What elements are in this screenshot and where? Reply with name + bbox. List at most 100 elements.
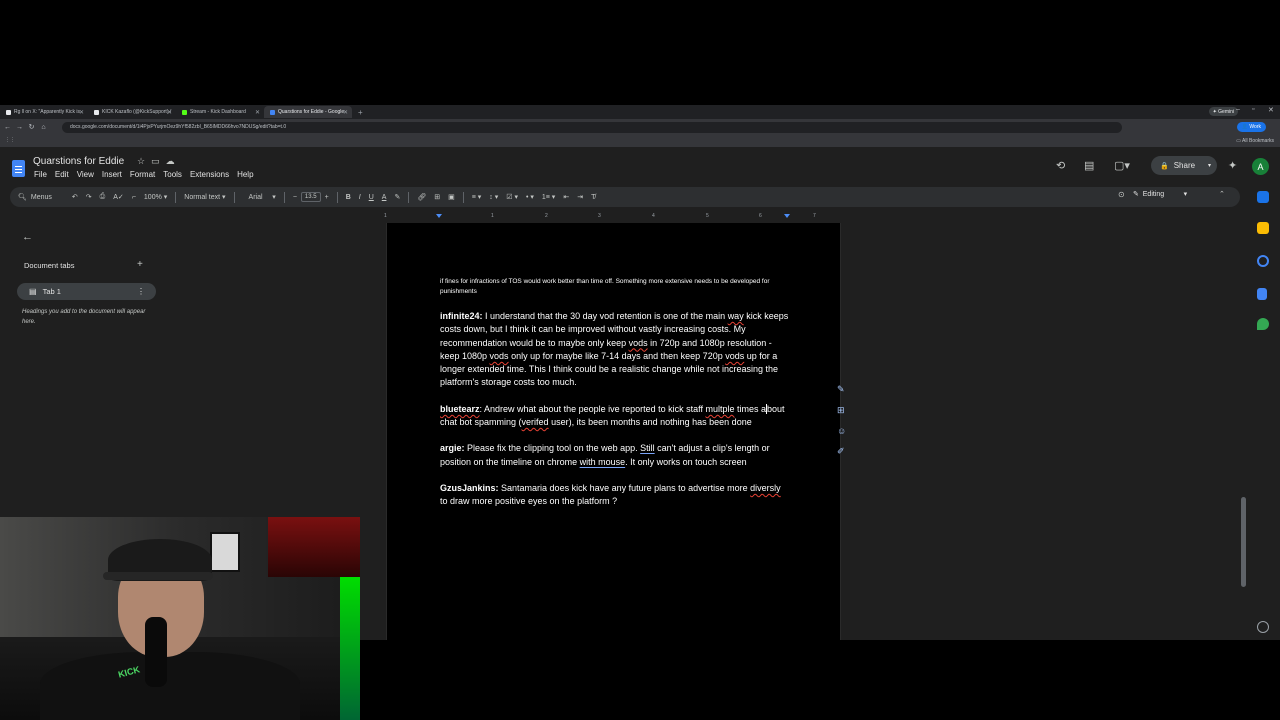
document-page[interactable]: if fines for infractions of TOS would wo… [386, 223, 841, 640]
horizontal-ruler[interactable]: 1 1 2 3 4 5 6 7 [384, 211, 840, 221]
menu-format[interactable]: Format [130, 170, 155, 179]
spell-flagged-word[interactable]: vods [725, 351, 744, 361]
move-folder-icon[interactable]: ▭ [151, 156, 166, 166]
zoom-select[interactable]: 100% ▾ [144, 193, 167, 201]
insert-image-icon[interactable]: ▣ [448, 193, 455, 201]
all-bookmarks-button[interactable]: ▭ All Bookmarks [1236, 138, 1274, 144]
close-window-icon[interactable]: ✕ [1268, 106, 1274, 114]
decrease-indent-icon[interactable]: ⇤ [563, 193, 569, 201]
menu-view[interactable]: View [77, 170, 94, 179]
url-input[interactable]: docs.google.com/document/d/1i4PjxPYurjmO… [62, 121, 1122, 133]
minimize-icon[interactable]: – [1236, 106, 1240, 113]
calendar-icon[interactable] [1257, 191, 1269, 203]
menu-help[interactable]: Help [237, 170, 253, 179]
docs-logo-icon[interactable] [12, 160, 25, 177]
more-options-icon[interactable]: ⋮ [137, 287, 145, 296]
spell-flagged-word[interactable]: verifed [522, 417, 549, 427]
spell-flagged-word[interactable]: way [728, 311, 744, 321]
home-icon[interactable]: ⌂ [39, 124, 48, 131]
bold-icon[interactable]: B [346, 194, 351, 201]
redo-icon[interactable]: ↷ [86, 193, 92, 201]
comments-icon[interactable]: ▤ [1084, 159, 1094, 172]
increase-font-icon[interactable]: + [325, 194, 329, 201]
keep-icon[interactable] [1257, 222, 1269, 234]
spell-flagged-word[interactable]: vods [490, 351, 509, 361]
spell-flagged-word[interactable]: vods [629, 338, 648, 348]
history-gemini-icon[interactable]: ⊙ [1118, 190, 1125, 199]
menu-edit[interactable]: Edit [55, 170, 69, 179]
search-icon[interactable]: 🔍︎ [18, 193, 27, 201]
grammar-flagged-word[interactable]: with mouse [580, 457, 626, 467]
add-tab-icon[interactable]: + [137, 259, 143, 270]
back-arrow-icon[interactable]: ← [22, 231, 33, 243]
increase-indent-icon[interactable]: ⇥ [577, 193, 583, 201]
line-spacing-icon[interactable]: ↕ ▾ [489, 193, 498, 201]
back-icon[interactable]: ← [3, 124, 12, 131]
gemini-button[interactable]: ✦ Gemini [1208, 107, 1238, 116]
spell-flagged-word[interactable]: diversly [750, 483, 781, 493]
share-button[interactable]: 🔒 Share ▾ [1151, 156, 1217, 175]
menu-tools[interactable]: Tools [163, 170, 182, 179]
menu-insert[interactable]: Insert [102, 170, 122, 179]
style-select[interactable]: Normal text ▾ [184, 193, 225, 201]
explore-icon[interactable] [1257, 621, 1269, 633]
paint-format-icon[interactable]: ⌐ [132, 194, 136, 201]
avatar[interactable]: A [1252, 158, 1269, 175]
emoji-reaction-icon[interactable]: ☺ [837, 426, 846, 436]
highlight-icon[interactable]: ✎ [394, 193, 400, 201]
underline-icon[interactable]: U [369, 194, 374, 201]
gemini-sparkle-icon[interactable]: ✦ [1228, 159, 1237, 172]
tasks-icon[interactable] [1257, 255, 1269, 267]
star-icon[interactable]: ☆ [137, 156, 151, 166]
add-comment-icon[interactable]: ⊞ [434, 193, 440, 201]
spell-flagged-word[interactable]: multple [706, 404, 735, 414]
align-icon[interactable]: ≡ ▾ [472, 193, 482, 201]
profile-work-button[interactable]: 👤 Work [1236, 122, 1266, 132]
clear-formatting-icon[interactable]: T̸ [591, 194, 595, 201]
font-size-input[interactable]: 13.5 [300, 192, 321, 202]
close-tab-icon[interactable]: ✕ [79, 109, 84, 116]
numbered-list-icon[interactable]: 1≡ ▾ [542, 193, 555, 201]
maps-icon[interactable] [1257, 318, 1269, 330]
bulleted-list-icon[interactable]: • ▾ [526, 193, 534, 201]
font-select[interactable]: Arial ▾ [249, 193, 276, 201]
menus-search[interactable]: Menus [31, 194, 52, 201]
menu-extensions[interactable]: Extensions [190, 170, 229, 179]
add-comment-icon[interactable]: ⊞ [837, 405, 846, 416]
vertical-scrollbar[interactable] [1241, 497, 1246, 587]
checklist-icon[interactable]: ☑ ▾ [506, 193, 518, 201]
document-body[interactable]: if fines for infractions of TOS would wo… [440, 277, 790, 509]
document-title[interactable]: Quarstions for Eddie [33, 156, 124, 167]
close-tab-icon[interactable]: ✕ [255, 109, 260, 116]
menu-file[interactable]: File [34, 170, 47, 179]
chevron-up-icon[interactable]: ⌃ [1219, 190, 1225, 198]
close-tab-icon[interactable]: ✕ [343, 109, 348, 116]
right-indent-marker[interactable] [784, 214, 790, 218]
browser-tab-active[interactable]: Quarstions for Eddie - Google ✕ [264, 106, 352, 118]
browser-tab[interactable]: Rg ll on X: "Apparently Kick is ✕ [0, 106, 88, 118]
link-icon[interactable]: 🔗︎ [417, 193, 426, 201]
undo-icon[interactable]: ↶ [72, 193, 78, 201]
maximize-icon[interactable]: ▫ [1252, 106, 1254, 113]
spellcheck-icon[interactable]: A✓ [113, 193, 124, 201]
meet-icon[interactable]: ▢▾ [1114, 159, 1130, 172]
browser-tab[interactable]: Stream - Kick Dashboard ✕ [176, 106, 264, 118]
print-icon[interactable]: ⎙ [100, 193, 106, 201]
editing-mode-select[interactable]: ✎ Editing ▾ [1133, 190, 1187, 198]
decrease-font-icon[interactable]: − [293, 194, 297, 201]
contacts-icon[interactable] [1257, 288, 1267, 300]
close-tab-icon[interactable]: ✕ [167, 109, 172, 116]
new-tab-button[interactable]: + [352, 108, 369, 117]
grammar-flagged-word[interactable]: Still [640, 443, 655, 453]
suggest-edits-icon[interactable]: ✐ [837, 446, 846, 457]
indent-marker[interactable] [436, 214, 442, 218]
italic-icon[interactable]: I [359, 194, 361, 201]
chevron-down-icon[interactable]: ▾ [1208, 162, 1211, 169]
forward-icon[interactable]: → [15, 124, 24, 131]
text-color-icon[interactable]: A [382, 194, 387, 201]
tab-1[interactable]: ▤ Tab 1 ⋮ [17, 283, 156, 300]
reload-icon[interactable]: ↻ [27, 123, 36, 131]
gemini-edit-icon[interactable]: ✎ [837, 384, 846, 395]
browser-tab[interactable]: KICK Kazaflo (@KickSupport) / ✕ [88, 106, 176, 118]
version-history-icon[interactable]: ⟲ [1056, 159, 1065, 172]
